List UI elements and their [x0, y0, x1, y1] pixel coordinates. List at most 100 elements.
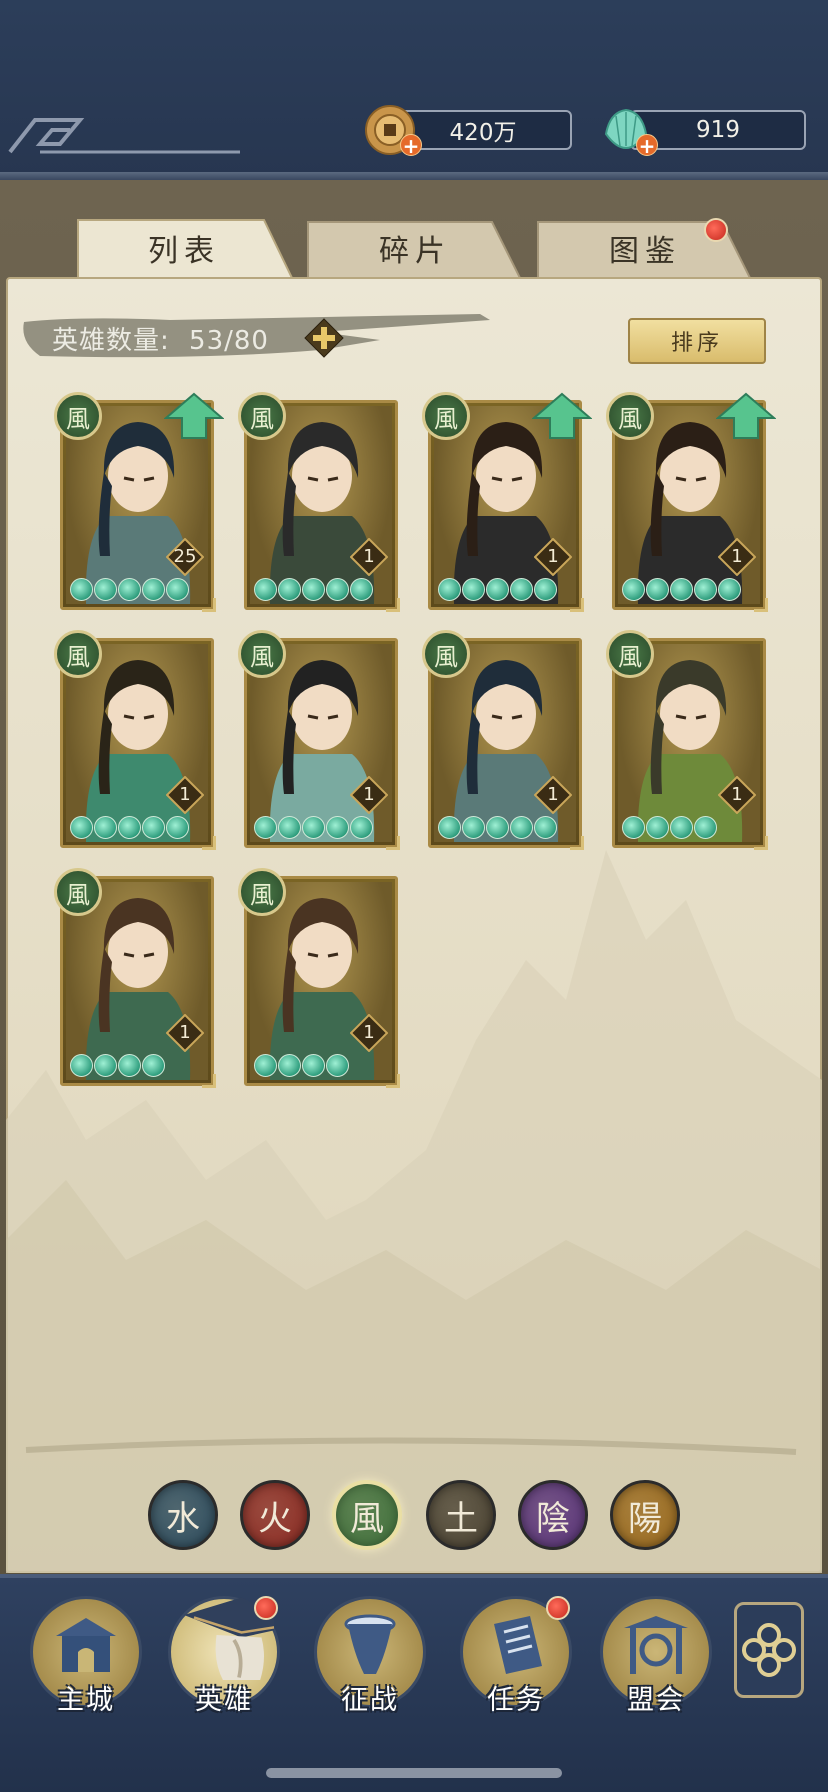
element-filter-button[interactable]: 水 [148, 1480, 218, 1550]
hero-level: 1 [179, 1022, 191, 1043]
wind-element-badge: 風 [606, 392, 654, 440]
jade-star-icon [70, 578, 93, 601]
tab-label: 碎片 [379, 234, 451, 269]
star-rating [70, 816, 189, 840]
card-corner-ornament [386, 836, 400, 850]
hero-card[interactable]: 風1 [606, 630, 768, 850]
hero-count-value: 53/80 [189, 326, 269, 356]
hero-card[interactable]: 風1 [238, 868, 400, 1088]
hero-level: 1 [363, 784, 375, 805]
card-corner-ornament [202, 598, 216, 612]
jade-star-icon [118, 1054, 141, 1077]
nav-campaign[interactable]: 征战 [314, 1596, 426, 1716]
jade-star-icon [510, 816, 533, 839]
card-corner-ornament [570, 836, 584, 850]
jade-star-icon [510, 578, 533, 601]
wind-element-badge: 風 [606, 630, 654, 678]
nav-label: 主城 [57, 1685, 115, 1716]
star-rating [254, 1054, 349, 1078]
element-filter-button[interactable]: 風 [332, 1480, 402, 1550]
element-filter-glyph: 陰 [536, 1498, 570, 1539]
tasks-notification-dot [546, 1596, 570, 1620]
jade-star-icon [254, 578, 277, 601]
jade-star-icon [70, 1054, 93, 1077]
hero-card[interactable]: 風1 [54, 630, 216, 850]
jade-star-icon [646, 578, 669, 601]
hero-level: 1 [547, 546, 559, 567]
wind-element-badge: 風 [54, 630, 102, 678]
element-glyph: 風 [66, 404, 90, 433]
element-filter-button[interactable]: 土 [426, 1480, 496, 1550]
star-rating [254, 816, 373, 840]
card-corner-ornament [386, 598, 400, 612]
hero-card[interactable]: 風 25 [54, 392, 224, 612]
element-filter-glyph: 土 [444, 1498, 478, 1539]
tab-list[interactable]: 列表 [74, 218, 294, 278]
add-gold-button[interactable]: + [400, 134, 422, 157]
element-glyph: 風 [618, 404, 642, 433]
jade-star-icon [438, 816, 461, 839]
hero-card[interactable]: 風1 [238, 630, 400, 850]
hero-card[interactable]: 風1 [422, 392, 592, 612]
more-menu-button[interactable] [734, 1602, 804, 1698]
element-glyph: 風 [250, 642, 274, 671]
jade-star-icon [646, 816, 669, 839]
wind-element-badge: 風 [54, 868, 102, 916]
gold-currency[interactable]: 420万 + [364, 105, 572, 157]
element-filter-button[interactable]: 陰 [518, 1480, 588, 1550]
upgrade-arrow-icon [532, 392, 592, 439]
wind-element-badge: 風 [54, 392, 102, 440]
wind-element-badge: 風 [422, 392, 470, 440]
element-glyph: 風 [434, 404, 458, 433]
jade-star-icon [670, 578, 693, 601]
jade-star-icon [486, 816, 509, 839]
jade-star-icon [486, 578, 509, 601]
jade-star-icon [694, 816, 717, 839]
upgrade-arrow-icon [164, 392, 224, 439]
element-glyph: 風 [434, 642, 458, 671]
hero-level: 25 [173, 546, 197, 567]
add-jade-button[interactable]: + [636, 134, 658, 157]
jade-star-icon [302, 578, 325, 601]
card-corner-ornament [386, 1074, 400, 1088]
element-glyph: 風 [66, 880, 90, 909]
element-filter-button[interactable]: 火 [240, 1480, 310, 1550]
tab-fragments[interactable]: 碎片 [306, 218, 524, 278]
nav-label: 征战 [341, 1685, 399, 1716]
card-corner-ornament [570, 598, 584, 612]
jade-star-icon [142, 578, 165, 601]
tab-label: 图鉴 [609, 234, 681, 269]
element-filter-button[interactable]: 陽 [610, 1480, 680, 1550]
hero-card[interactable]: 風1 [238, 392, 400, 612]
hero-card[interactable]: 風1 [606, 392, 776, 612]
element-glyph: 風 [250, 880, 274, 909]
sort-button[interactable]: 排序 [628, 318, 766, 364]
card-corner-ornament [754, 836, 768, 850]
element-filter-glyph: 火 [258, 1498, 292, 1539]
hero-level: 1 [547, 784, 559, 805]
hero-card[interactable]: 風1 [422, 630, 584, 850]
star-rating [438, 578, 557, 602]
jade-star-icon [326, 816, 349, 839]
nav-alliance[interactable]: 盟会 [600, 1596, 712, 1716]
expand-slots-button[interactable] [304, 318, 344, 358]
hero-level: 1 [179, 784, 191, 805]
jade-star-icon [462, 816, 485, 839]
card-corner-ornament [202, 836, 216, 850]
jade-star-icon [166, 816, 189, 839]
city-gate-icon [56, 1618, 116, 1672]
nav-main-city[interactable]: 主城 [30, 1596, 142, 1716]
hero-count-label: 英雄数量: [52, 326, 170, 356]
heroes-notification-dot [254, 1596, 278, 1620]
jade-star-icon [534, 578, 557, 601]
tab-label: 列表 [148, 234, 220, 269]
jade-star-icon [278, 816, 301, 839]
top-header: 420万 + 919 + [0, 0, 828, 180]
jade-currency[interactable]: 919 + [600, 108, 806, 157]
jade-star-icon [438, 578, 461, 601]
hero-card[interactable]: 風1 [54, 868, 216, 1088]
cloud-ornament-icon [8, 118, 240, 154]
jade-star-icon [350, 816, 373, 839]
jade-star-icon [622, 578, 645, 601]
element-glyph: 風 [618, 642, 642, 671]
